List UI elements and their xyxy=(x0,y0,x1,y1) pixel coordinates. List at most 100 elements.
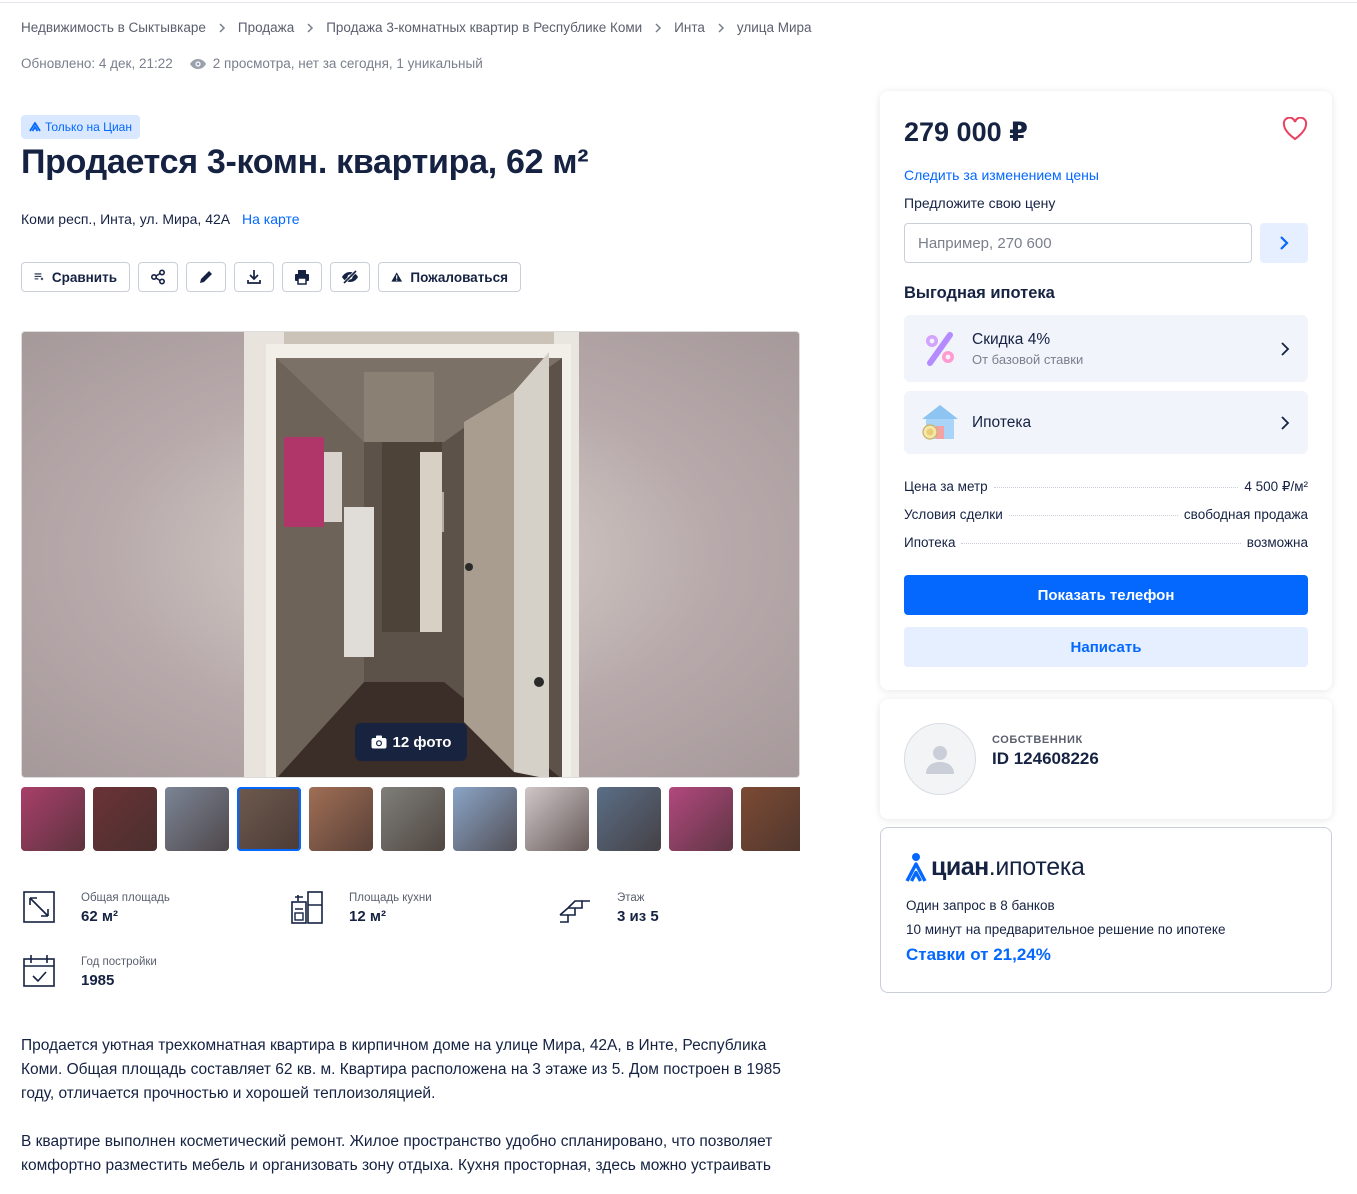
thumbnail-strip xyxy=(21,787,800,851)
description-paragraph: Продается уютная трехкомнатная квартира … xyxy=(21,1037,781,1102)
feature-floor: Этаж 3 из 5 xyxy=(557,889,659,925)
fact-label: Ипотека xyxy=(904,535,956,550)
eye-icon xyxy=(189,58,206,69)
map-link[interactable]: На карте xyxy=(242,211,300,227)
feature-label: Этаж xyxy=(617,892,645,904)
cian-logo-icon xyxy=(905,853,927,882)
fact-value: свободная продажа xyxy=(1183,507,1308,522)
promo-rate-link[interactable]: Ставки от 21,24% xyxy=(906,945,1051,965)
hide-icon xyxy=(342,270,358,284)
user-icon xyxy=(926,746,954,774)
views-count: 2 просмотра, нет за сегодня, 1 уникальны… xyxy=(212,56,483,71)
photo-count: 12 фото xyxy=(392,733,452,751)
mortgage-discount-item[interactable]: Скидка 4% От базовой ставки xyxy=(904,315,1308,382)
owner-id: ID 124608226 xyxy=(992,749,1099,768)
cian-logo-icon xyxy=(29,122,41,132)
gallery-thumbnail[interactable] xyxy=(669,787,733,851)
listing-meta: Обновлено: 4 дек, 21:22 2 просмотра, нет… xyxy=(21,56,483,71)
fact-row: Цена за метр 4 500 ₽/м² xyxy=(904,479,1308,507)
area-icon xyxy=(23,891,55,923)
chevron-right-icon xyxy=(219,22,225,33)
follow-price-link[interactable]: Следить за изменением цены xyxy=(904,167,1099,183)
updated-time: Обновлено: 4 дек, 21:22 xyxy=(21,56,173,71)
gallery-thumbnail[interactable] xyxy=(453,787,517,851)
owner-card: СОБСТВЕННИК ID 124608226 xyxy=(880,699,1332,819)
photo-count-button[interactable]: 12 фото xyxy=(355,723,467,761)
feature-value: 1985 xyxy=(81,972,115,989)
gallery-thumbnail[interactable] xyxy=(237,787,301,851)
print-icon xyxy=(295,270,309,285)
owner-role: СОБСТВЕННИК xyxy=(992,734,1083,746)
address-text: Коми респ., Инта, ул. Мира, 42А xyxy=(21,211,231,227)
gallery-thumbnail[interactable] xyxy=(21,787,85,851)
fact-row: Ипотека возможна xyxy=(904,535,1308,563)
feature-kitchen-area: Площадь кухни 12 м² xyxy=(289,889,432,925)
price: 279 000 ₽ xyxy=(904,117,1028,147)
top-divider xyxy=(0,0,1357,3)
breadcrumb-item[interactable]: улица Мира xyxy=(737,20,812,35)
hallway-photo xyxy=(244,332,579,777)
heart-icon[interactable] xyxy=(1282,117,1308,141)
logo-word-bold: циан xyxy=(931,852,989,881)
compare-button[interactable]: Сравнить xyxy=(21,262,130,292)
breadcrumb-item[interactable]: Недвижимость в Сыктывкаре xyxy=(21,20,206,35)
breadcrumb-item[interactable]: Продажа 3-комнатных квартир в Республике… xyxy=(326,20,642,35)
feature-value: 12 м² xyxy=(349,908,386,925)
price-card: 279 000 ₽ Следить за изменением цены Пре… xyxy=(880,91,1332,690)
chevron-right-icon xyxy=(1281,341,1290,356)
gallery-thumbnail[interactable] xyxy=(165,787,229,851)
hide-button[interactable] xyxy=(330,262,370,292)
chevron-right-icon xyxy=(1280,236,1289,250)
mortgage-item-subtitle: От базовой ставки xyxy=(972,351,1084,367)
kitchen-icon xyxy=(291,891,323,924)
badge-label: Только на Циан xyxy=(45,120,132,134)
mortgage-item[interactable]: Ипотека xyxy=(904,391,1308,454)
house-coin-icon xyxy=(922,404,958,440)
chevron-right-icon xyxy=(655,22,662,33)
warning-icon xyxy=(391,272,403,282)
gallery-thumbnail[interactable] xyxy=(309,787,373,851)
feature-label: Площадь кухни xyxy=(349,892,432,904)
logo-word-light: .ипотека xyxy=(988,852,1085,881)
gallery-thumbnail[interactable] xyxy=(741,787,800,851)
avatar xyxy=(904,723,976,795)
cian-mortgage-promo[interactable]: циан .ипотека Один запрос в 8 банков 10 м… xyxy=(880,827,1332,993)
feature-build-year: Год постройки 1985 xyxy=(21,953,157,989)
complain-label: Пожаловаться xyxy=(410,269,508,285)
main-photo[interactable] xyxy=(244,332,579,777)
address: Коми респ., Инта, ул. Мира, 42А На карте xyxy=(21,211,300,227)
compare-icon xyxy=(34,273,44,281)
gallery-thumbnail[interactable] xyxy=(525,787,589,851)
fact-value: возможна xyxy=(1246,535,1308,550)
feature-value: 3 из 5 xyxy=(617,908,659,925)
show-phone-button[interactable]: Показать телефон xyxy=(904,575,1308,615)
page-title: Продается 3-комн. квартира, 62 м² xyxy=(21,143,589,181)
promo-line: 10 минут на предварительное решение по и… xyxy=(906,922,1226,937)
write-message-button[interactable]: Написать xyxy=(904,627,1308,667)
breadcrumb: Недвижимость в Сыктывкаре Продажа Продаж… xyxy=(21,20,812,35)
photo-gallery[interactable]: 12 фото xyxy=(21,331,800,778)
edit-button[interactable] xyxy=(186,262,226,292)
breadcrumb-item[interactable]: Продажа xyxy=(238,20,294,35)
complain-button[interactable]: Пожаловаться xyxy=(378,262,521,292)
description: Продается уютная трехкомнатная квартира … xyxy=(21,1034,803,1194)
gallery-thumbnail[interactable] xyxy=(93,787,157,851)
promo-line: Один запрос в 8 банков xyxy=(906,898,1055,913)
mortgage-item-title: Скидка 4% xyxy=(972,330,1051,348)
fact-label: Цена за метр xyxy=(904,479,988,494)
fact-value: 4 500 ₽/м² xyxy=(1244,479,1308,494)
share-button[interactable] xyxy=(138,262,178,292)
breadcrumb-item[interactable]: Инта xyxy=(674,20,705,35)
gallery-thumbnail[interactable] xyxy=(381,787,445,851)
propose-price-label: Предложите свою цену xyxy=(904,195,1056,211)
percent-icon xyxy=(926,331,954,366)
mortgage-heading: Выгодная ипотека xyxy=(904,284,1055,302)
share-icon xyxy=(150,269,166,285)
price-facts: Цена за метр 4 500 ₽/м² Условия сделки сво… xyxy=(904,479,1308,563)
offer-submit-button[interactable] xyxy=(1260,223,1308,263)
gallery-thumbnail[interactable] xyxy=(597,787,661,851)
print-button[interactable] xyxy=(282,262,322,292)
download-button[interactable] xyxy=(234,262,274,292)
offer-price-input[interactable] xyxy=(904,223,1252,263)
fact-label: Условия сделки xyxy=(904,507,1003,522)
